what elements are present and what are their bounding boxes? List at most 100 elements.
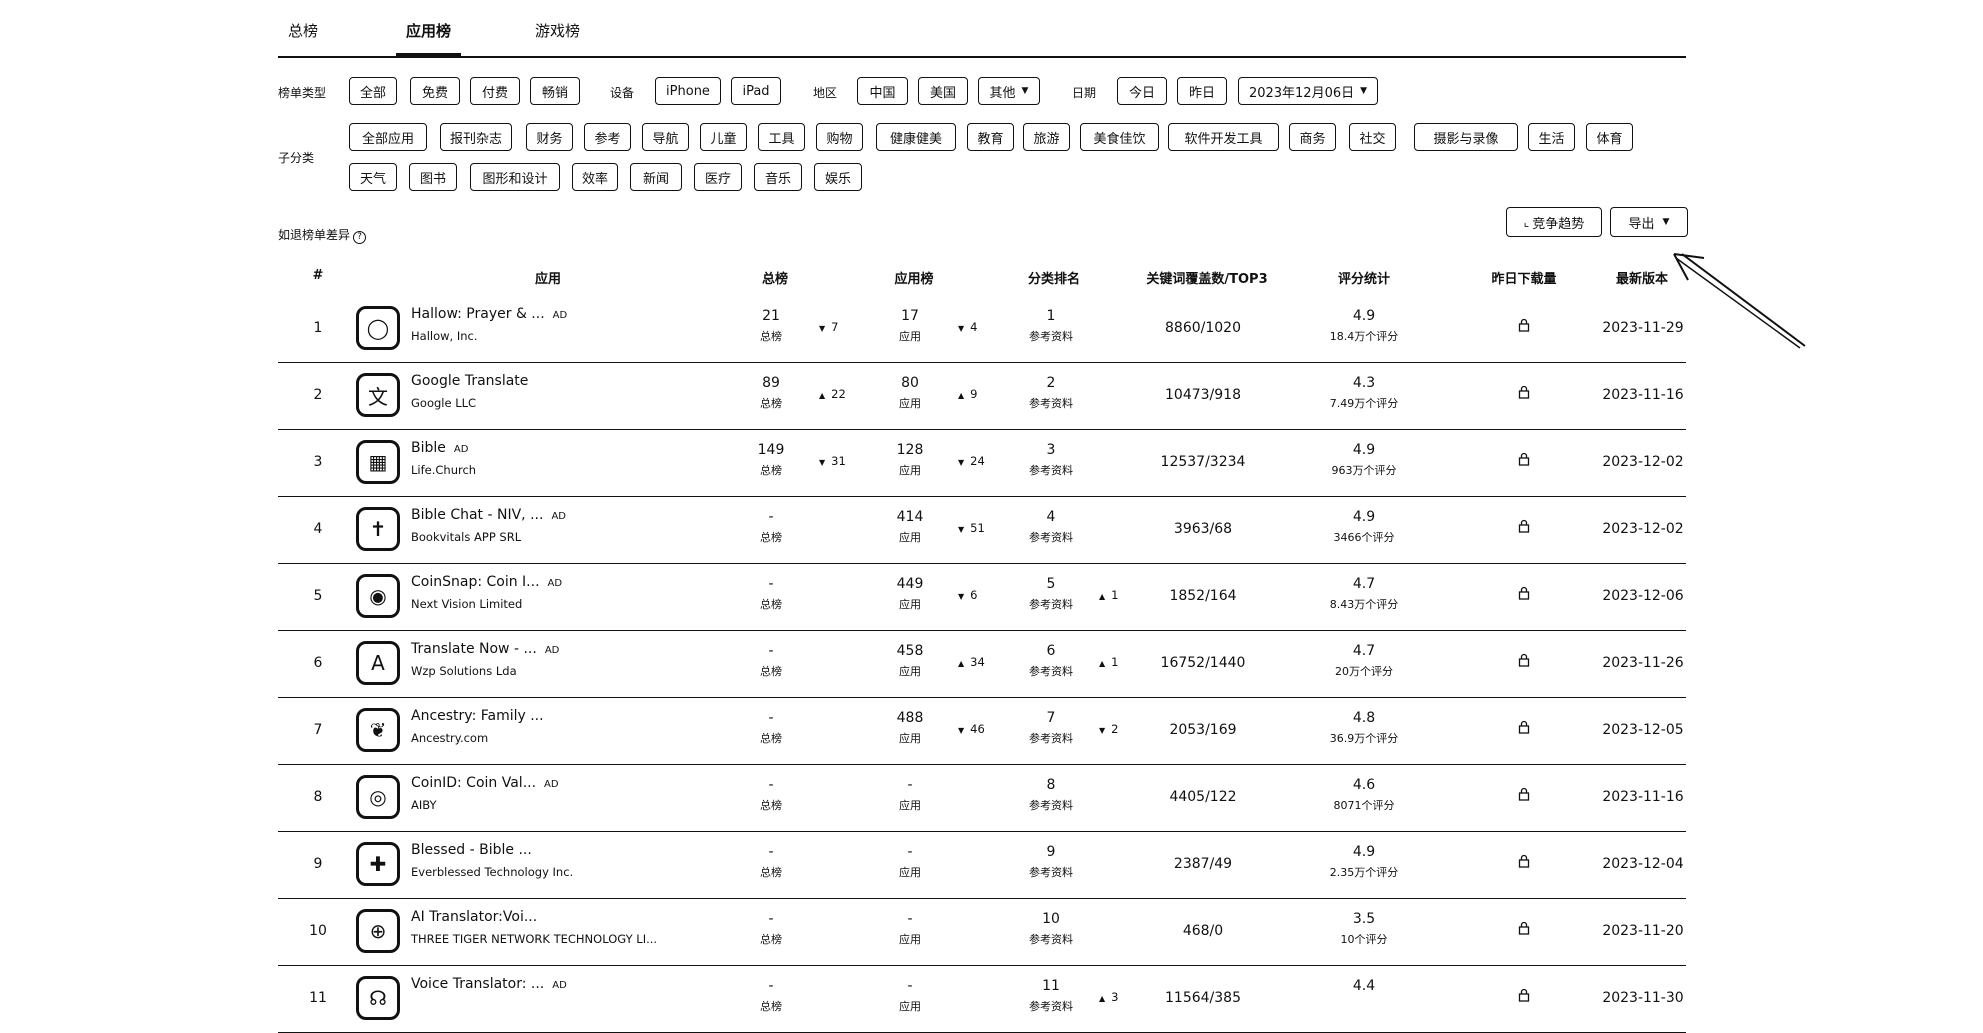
col-category-rank[interactable]: 分类排名: [1028, 268, 1080, 287]
lock-icon[interactable]: [1518, 653, 1530, 667]
coin-id-icon[interactable]: ◎: [356, 775, 400, 819]
tab-games[interactable]: 游戏榜: [535, 20, 580, 56]
table-row[interactable]: 3 ▦ Bible AD Life.Church 149 总榜 ▼ 31 128 应…: [278, 430, 1686, 497]
subcategory-chip[interactable]: 天气: [349, 163, 397, 191]
globe-icon[interactable]: ⊕: [356, 909, 400, 953]
lock-icon[interactable]: [1518, 318, 1530, 332]
col-keyword[interactable]: 关键词覆盖数/TOP3: [1146, 268, 1267, 287]
app-name[interactable]: CoinID: Coin Val... AD: [411, 775, 559, 791]
rating-score: 4.9: [1352, 442, 1376, 458]
export-button[interactable]: 导出 ▼: [1610, 207, 1688, 237]
table-row[interactable]: 9 ✚ Blessed - Bible ... Everblessed Tech…: [278, 832, 1686, 899]
app-name-text: Blessed - Bible ...: [411, 842, 532, 858]
subcategory-chip[interactable]: 教育: [967, 123, 1014, 151]
subcategory-chip[interactable]: 娱乐: [814, 163, 862, 191]
region-more-dropdown[interactable]: 其他 ▼: [978, 77, 1040, 105]
app-name[interactable]: Ancestry: Family ...: [411, 708, 544, 724]
lock-icon[interactable]: [1518, 921, 1530, 935]
subcategory-chip[interactable]: 工具: [758, 123, 805, 151]
subcategory-chip[interactable]: 导航: [642, 123, 689, 151]
subcategory-chip[interactable]: 图书: [409, 163, 457, 191]
app-name[interactable]: Bible AD: [411, 440, 468, 456]
leaf-icon[interactable]: ❦: [356, 708, 400, 752]
app-name[interactable]: Bible Chat - NIV, ... AD: [411, 507, 566, 523]
translate-icon[interactable]: 文: [356, 373, 400, 417]
subcategory-chip[interactable]: 旅游: [1023, 123, 1070, 151]
tab-overall[interactable]: 总榜: [288, 20, 318, 56]
lock-icon[interactable]: [1518, 854, 1530, 868]
device-iphone[interactable]: iPhone: [655, 77, 721, 105]
app-name[interactable]: AI Translator:Voi...: [411, 909, 537, 925]
table-row[interactable]: 11 ☊ Voice Translator: ... AD - 总榜 - 应用 1…: [278, 966, 1686, 1033]
tab-apps[interactable]: 应用榜: [396, 20, 462, 56]
subcategory-chip[interactable]: 软件开发工具: [1168, 123, 1279, 151]
table-row[interactable]: 6 A Translate Now - ... AD Wzp Solutions …: [278, 631, 1686, 698]
subcategory-chip[interactable]: 音乐: [754, 163, 802, 191]
subcategory-chip[interactable]: 商务: [1289, 123, 1336, 151]
subcategory-chip[interactable]: 图形和设计: [470, 163, 560, 191]
question-icon[interactable]: ?: [353, 231, 367, 244]
bible-icon[interactable]: ▦: [356, 440, 400, 484]
lock-icon[interactable]: [1518, 452, 1530, 466]
app-name[interactable]: Hallow: Prayer & ... AD: [411, 306, 567, 322]
app-name[interactable]: Translate Now - ... AD: [411, 641, 559, 657]
table-row[interactable]: 2 文 Google Translate Google LLC 89 总榜 ▲ 2…: [278, 363, 1686, 430]
col-rating[interactable]: 评分统计: [1338, 268, 1390, 287]
subcategory-chip[interactable]: 社交: [1349, 123, 1396, 151]
table-row[interactable]: 4 ✝ Bible Chat - NIV, ... AD Bookvitals A…: [278, 497, 1686, 564]
subcategory-chip[interactable]: 摄影与录像: [1414, 123, 1518, 151]
subcategory-chip[interactable]: 效率: [572, 163, 618, 191]
cross-icon[interactable]: ✝: [356, 507, 400, 551]
table-row[interactable]: 1 ◯ Hallow: Prayer & ... AD Hallow, Inc. …: [278, 296, 1686, 363]
filter-grossing[interactable]: 畅销: [530, 77, 580, 105]
subcategory-chip[interactable]: 美食佳饮: [1080, 123, 1159, 151]
subcategory-chip[interactable]: 新闻: [630, 163, 682, 191]
lock-icon[interactable]: [1518, 720, 1530, 734]
hint-text: 如退榜单差异: [278, 228, 351, 242]
lock-icon[interactable]: [1518, 586, 1530, 600]
lock-icon[interactable]: [1518, 385, 1530, 399]
table-row[interactable]: 7 ❦ Ancestry: Family ... Ancestry.com - …: [278, 698, 1686, 765]
trend-button[interactable]: ⌞ 竞争趋势: [1506, 207, 1602, 237]
table-row[interactable]: 8 ◎ CoinID: Coin Val... AD AIBY - 总榜 - 应用…: [278, 765, 1686, 832]
date-today[interactable]: 今日: [1117, 77, 1167, 105]
table-row[interactable]: 5 ◉ CoinSnap: Coin I... AD Next Vision Li…: [278, 564, 1686, 631]
col-app-rank[interactable]: 应用榜: [894, 268, 933, 287]
subcategory-chip[interactable]: 参考: [584, 123, 631, 151]
filter-paid[interactable]: 付费: [470, 77, 520, 105]
subcategory-chip[interactable]: 报刊杂志: [440, 123, 512, 151]
category-rank: 8: [1046, 777, 1056, 793]
lock-icon[interactable]: [1518, 519, 1530, 533]
col-downloads[interactable]: 昨日下载量: [1491, 268, 1556, 287]
app-name[interactable]: Blessed - Bible ...: [411, 842, 532, 858]
lock-icon[interactable]: [1518, 787, 1530, 801]
date-picker[interactable]: 2023年12月06日 ▼: [1238, 77, 1378, 105]
filter-all[interactable]: 全部: [349, 77, 397, 105]
app-name[interactable]: Voice Translator: ... AD: [411, 976, 567, 992]
subcategory-chip[interactable]: 生活: [1528, 123, 1575, 151]
table-row[interactable]: 10 ⊕ AI Translator:Voi... THREE TIGER NE…: [278, 899, 1686, 966]
col-version[interactable]: 最新版本: [1616, 268, 1668, 287]
subcategory-chip[interactable]: 全部应用: [349, 123, 427, 151]
subcategory-chip[interactable]: 医疗: [694, 163, 742, 191]
app-name[interactable]: Google Translate: [411, 373, 528, 389]
subcategory-chip[interactable]: 健康健美: [876, 123, 956, 151]
voice-icon[interactable]: ☊: [356, 976, 400, 1020]
blessed-icon[interactable]: ✚: [356, 842, 400, 886]
date-yesterday[interactable]: 昨日: [1177, 77, 1227, 105]
subcategory-chip[interactable]: 购物: [816, 123, 863, 151]
translate-now-icon[interactable]: A: [356, 641, 400, 685]
subcategory-chip[interactable]: 财务: [526, 123, 573, 151]
region-china[interactable]: 中国: [857, 77, 908, 105]
subcategory-chip[interactable]: 体育: [1586, 123, 1633, 151]
lock-icon[interactable]: [1518, 988, 1530, 1002]
app-name-text: Voice Translator: ...: [411, 976, 545, 992]
filter-free[interactable]: 免费: [410, 77, 460, 105]
subcategory-chip[interactable]: 儿童: [700, 123, 747, 151]
col-total[interactable]: 总榜: [762, 268, 788, 287]
region-us[interactable]: 美国: [918, 77, 968, 105]
device-ipad[interactable]: iPad: [731, 77, 781, 105]
coin-icon[interactable]: ◉: [356, 574, 400, 618]
app-name[interactable]: CoinSnap: Coin I... AD: [411, 574, 562, 590]
ring-icon[interactable]: ◯: [356, 306, 400, 350]
